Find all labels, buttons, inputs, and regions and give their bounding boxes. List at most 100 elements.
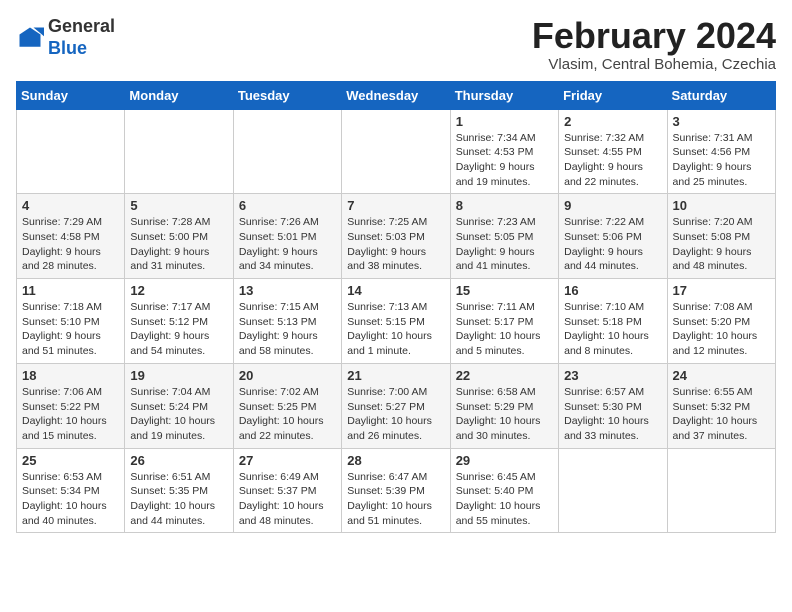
logo-general-text: General bbox=[48, 16, 115, 38]
day-number: 24 bbox=[673, 368, 770, 383]
day-info: Sunrise: 6:45 AM Sunset: 5:40 PM Dayligh… bbox=[456, 470, 553, 529]
calendar-cell: 7Sunrise: 7:25 AM Sunset: 5:03 PM Daylig… bbox=[342, 194, 450, 279]
day-number: 14 bbox=[347, 283, 444, 298]
weekday-header-monday: Monday bbox=[125, 81, 233, 109]
calendar-cell: 5Sunrise: 7:28 AM Sunset: 5:00 PM Daylig… bbox=[125, 194, 233, 279]
calendar-cell bbox=[667, 448, 775, 533]
day-info: Sunrise: 7:29 AM Sunset: 4:58 PM Dayligh… bbox=[22, 215, 119, 274]
calendar-cell: 9 Sunrise: 7:22 AM Sunset: 5:06 PM Daylig… bbox=[559, 194, 667, 279]
calendar-cell: 26 Sunrise: 6:51 AM Sunset: 5:35 PM Dayli… bbox=[125, 448, 233, 533]
day-number: 5 bbox=[130, 198, 227, 213]
day-info: Sunrise: 6:47 AM Sunset: 5:39 PM Dayligh… bbox=[347, 470, 444, 529]
calendar-subtitle: Vlasim, Central Bohemia, Czechia bbox=[532, 56, 776, 73]
day-info: Sunrise: 6:51 AM Sunset: 5:35 PM Dayligh… bbox=[130, 470, 227, 529]
weekday-header-friday: Friday bbox=[559, 81, 667, 109]
day-number: 29 bbox=[456, 453, 553, 468]
calendar-cell: 13 Sunrise: 7:15 AM Sunset: 5:13 PM Dayli… bbox=[233, 279, 341, 364]
calendar-cell: 4 Sunrise: 7:29 AM Sunset: 4:58 PM Daylig… bbox=[17, 194, 125, 279]
calendar-week-4: 18Sunrise: 7:06 AM Sunset: 5:22 PM Dayli… bbox=[17, 363, 776, 448]
weekday-header-saturday: Saturday bbox=[667, 81, 775, 109]
logo: General Blue bbox=[16, 16, 115, 59]
day-info: Sunrise: 7:25 AM Sunset: 5:03 PM Dayligh… bbox=[347, 215, 444, 274]
calendar-cell: 6 Sunrise: 7:26 AM Sunset: 5:01 PM Daylig… bbox=[233, 194, 341, 279]
header: General Blue February 2024 Vlasim, Centr… bbox=[16, 16, 776, 73]
day-number: 11 bbox=[22, 283, 119, 298]
calendar-cell: 3 Sunrise: 7:31 AM Sunset: 4:56 PM Daylig… bbox=[667, 109, 775, 194]
day-number: 4 bbox=[22, 198, 119, 213]
calendar-cell: 8Sunrise: 7:23 AM Sunset: 5:05 PM Daylig… bbox=[450, 194, 558, 279]
calendar-week-5: 25 Sunrise: 6:53 AM Sunset: 5:34 PM Dayli… bbox=[17, 448, 776, 533]
calendar-week-1: 1 Sunrise: 7:34 AM Sunset: 4:53 PM Daylig… bbox=[17, 109, 776, 194]
day-number: 3 bbox=[673, 114, 770, 129]
calendar-cell: 14 Sunrise: 7:13 AM Sunset: 5:15 PM Dayli… bbox=[342, 279, 450, 364]
calendar-cell: 12 Sunrise: 7:17 AM Sunset: 5:12 PM Dayli… bbox=[125, 279, 233, 364]
day-number: 6 bbox=[239, 198, 336, 213]
title-area: February 2024 Vlasim, Central Bohemia, C… bbox=[532, 16, 776, 73]
day-info: Sunrise: 7:34 AM Sunset: 4:53 PM Dayligh… bbox=[456, 131, 553, 190]
day-info: Sunrise: 7:06 AM Sunset: 5:22 PM Dayligh… bbox=[22, 385, 119, 444]
calendar-cell: 11Sunrise: 7:18 AM Sunset: 5:10 PM Dayli… bbox=[17, 279, 125, 364]
day-number: 26 bbox=[130, 453, 227, 468]
calendar-cell: 19Sunrise: 7:04 AM Sunset: 5:24 PM Dayli… bbox=[125, 363, 233, 448]
calendar-week-3: 11Sunrise: 7:18 AM Sunset: 5:10 PM Dayli… bbox=[17, 279, 776, 364]
day-number: 1 bbox=[456, 114, 553, 129]
day-info: Sunrise: 6:53 AM Sunset: 5:34 PM Dayligh… bbox=[22, 470, 119, 529]
calendar-cell bbox=[17, 109, 125, 194]
calendar-cell bbox=[342, 109, 450, 194]
calendar-title: February 2024 bbox=[532, 16, 776, 56]
day-info: Sunrise: 7:17 AM Sunset: 5:12 PM Dayligh… bbox=[130, 300, 227, 359]
weekday-header-wednesday: Wednesday bbox=[342, 81, 450, 109]
day-number: 22 bbox=[456, 368, 553, 383]
day-number: 28 bbox=[347, 453, 444, 468]
calendar-cell: 29 Sunrise: 6:45 AM Sunset: 5:40 PM Dayli… bbox=[450, 448, 558, 533]
day-info: Sunrise: 7:10 AM Sunset: 5:18 PM Dayligh… bbox=[564, 300, 661, 359]
day-number: 17 bbox=[673, 283, 770, 298]
calendar-cell: 27Sunrise: 6:49 AM Sunset: 5:37 PM Dayli… bbox=[233, 448, 341, 533]
weekday-header-row: SundayMondayTuesdayWednesdayThursdayFrid… bbox=[17, 81, 776, 109]
day-info: Sunrise: 7:00 AM Sunset: 5:27 PM Dayligh… bbox=[347, 385, 444, 444]
calendar-cell: 25 Sunrise: 6:53 AM Sunset: 5:34 PM Dayli… bbox=[17, 448, 125, 533]
day-info: Sunrise: 7:32 AM Sunset: 4:55 PM Dayligh… bbox=[564, 131, 661, 190]
calendar-week-2: 4 Sunrise: 7:29 AM Sunset: 4:58 PM Daylig… bbox=[17, 194, 776, 279]
day-number: 15 bbox=[456, 283, 553, 298]
day-number: 23 bbox=[564, 368, 661, 383]
calendar-cell: 24 Sunrise: 6:55 AM Sunset: 5:32 PM Dayli… bbox=[667, 363, 775, 448]
day-info: Sunrise: 7:13 AM Sunset: 5:15 PM Dayligh… bbox=[347, 300, 444, 359]
logo-icon bbox=[16, 24, 44, 52]
calendar-cell: 15Sunrise: 7:11 AM Sunset: 5:17 PM Dayli… bbox=[450, 279, 558, 364]
day-info: Sunrise: 6:58 AM Sunset: 5:29 PM Dayligh… bbox=[456, 385, 553, 444]
calendar-cell bbox=[125, 109, 233, 194]
calendar-cell: 18Sunrise: 7:06 AM Sunset: 5:22 PM Dayli… bbox=[17, 363, 125, 448]
day-info: Sunrise: 7:20 AM Sunset: 5:08 PM Dayligh… bbox=[673, 215, 770, 274]
day-info: Sunrise: 7:22 AM Sunset: 5:06 PM Dayligh… bbox=[564, 215, 661, 274]
day-info: Sunrise: 7:26 AM Sunset: 5:01 PM Dayligh… bbox=[239, 215, 336, 274]
day-info: Sunrise: 7:02 AM Sunset: 5:25 PM Dayligh… bbox=[239, 385, 336, 444]
day-number: 10 bbox=[673, 198, 770, 213]
day-info: Sunrise: 7:15 AM Sunset: 5:13 PM Dayligh… bbox=[239, 300, 336, 359]
day-number: 20 bbox=[239, 368, 336, 383]
calendar-cell: 2 Sunrise: 7:32 AM Sunset: 4:55 PM Daylig… bbox=[559, 109, 667, 194]
day-number: 25 bbox=[22, 453, 119, 468]
day-number: 27 bbox=[239, 453, 336, 468]
day-info: Sunrise: 7:04 AM Sunset: 5:24 PM Dayligh… bbox=[130, 385, 227, 444]
day-info: Sunrise: 7:08 AM Sunset: 5:20 PM Dayligh… bbox=[673, 300, 770, 359]
calendar-cell: 10 Sunrise: 7:20 AM Sunset: 5:08 PM Dayli… bbox=[667, 194, 775, 279]
day-info: Sunrise: 7:31 AM Sunset: 4:56 PM Dayligh… bbox=[673, 131, 770, 190]
day-number: 9 bbox=[564, 198, 661, 213]
day-number: 13 bbox=[239, 283, 336, 298]
calendar-cell: 16Sunrise: 7:10 AM Sunset: 5:18 PM Dayli… bbox=[559, 279, 667, 364]
calendar-cell: 22 Sunrise: 6:58 AM Sunset: 5:29 PM Dayli… bbox=[450, 363, 558, 448]
calendar-body: 1 Sunrise: 7:34 AM Sunset: 4:53 PM Daylig… bbox=[17, 109, 776, 533]
calendar-cell: 28 Sunrise: 6:47 AM Sunset: 5:39 PM Dayli… bbox=[342, 448, 450, 533]
day-number: 12 bbox=[130, 283, 227, 298]
day-number: 2 bbox=[564, 114, 661, 129]
day-info: Sunrise: 6:55 AM Sunset: 5:32 PM Dayligh… bbox=[673, 385, 770, 444]
day-number: 8 bbox=[456, 198, 553, 213]
calendar-table: SundayMondayTuesdayWednesdayThursdayFrid… bbox=[16, 81, 776, 534]
weekday-header-tuesday: Tuesday bbox=[233, 81, 341, 109]
day-number: 21 bbox=[347, 368, 444, 383]
calendar-cell: 17 Sunrise: 7:08 AM Sunset: 5:20 PM Dayli… bbox=[667, 279, 775, 364]
day-info: Sunrise: 6:57 AM Sunset: 5:30 PM Dayligh… bbox=[564, 385, 661, 444]
calendar-cell bbox=[559, 448, 667, 533]
calendar-cell: 21 Sunrise: 7:00 AM Sunset: 5:27 PM Dayli… bbox=[342, 363, 450, 448]
